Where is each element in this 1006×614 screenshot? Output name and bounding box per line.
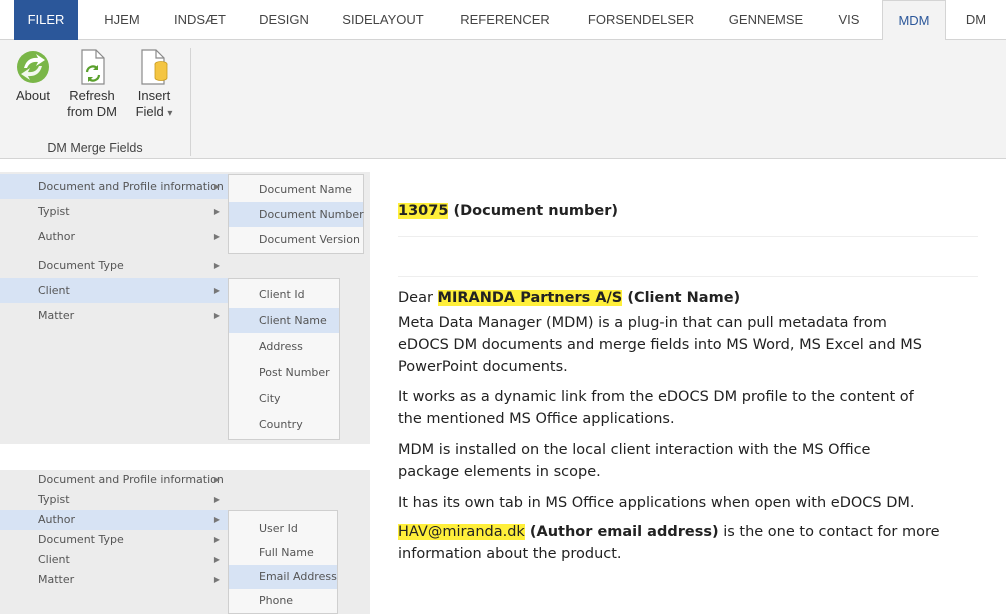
merge-field-author-email[interactable]: HAV@miranda.dk [398,524,525,540]
chevron-right-icon: ▶ [213,182,220,191]
submenu-item-post-number[interactable]: Post Number [229,360,339,385]
tab-gennemse[interactable]: GENNEMSE [720,0,812,40]
salutation-line: Dear MIRANDA Partners A/S (Client Name) [398,290,741,306]
menu-item-client[interactable]: Client ▶ [0,278,228,303]
ribbon-panel: About Refresh from DM Insert Field ▾ DM … [0,40,1006,159]
tab-dm[interactable]: DM [956,0,996,40]
refresh-icon [81,49,105,85]
menu-item-author[interactable]: Author ▶ [0,510,228,530]
about-icon [17,51,49,83]
chevron-right-icon: ▶ [213,495,220,504]
submenu-item-client-name[interactable]: Client Name [229,308,339,333]
group-label-dm-merge-fields: DM Merge Fields [47,141,143,155]
field-caption: (Client Name) [622,290,741,306]
menu-item-matter[interactable]: Matter ▶ [0,303,228,328]
chevron-right-icon: ▶ [213,232,220,241]
group-separator [190,48,191,156]
submenu-item-country[interactable]: Country [229,412,339,437]
menu-item-typist[interactable]: Typist ▶ [0,490,228,510]
submenu-item-user-id[interactable]: User Id [229,517,337,541]
submenu-item-phone[interactable]: Phone [229,589,337,613]
tab-referencer[interactable]: REFERENCER [450,0,560,40]
refresh-label-line2: from DM [67,104,117,119]
refresh-from-dm-button[interactable]: Refresh from DM [62,48,122,120]
insert-field-button[interactable]: Insert Field ▾ [124,48,184,122]
submenu-item-full-name[interactable]: Full Name [229,541,337,565]
submenu-item-email-address[interactable]: Email Address [229,565,337,589]
refresh-label-line1: Refresh [69,88,115,103]
submenu-author: User Id Full Name Email Address Phone [228,510,338,614]
submenu-item-client-id[interactable]: Client Id [229,282,339,307]
submenu-client: Client Id Client Name Address Post Numbe… [228,278,340,440]
submenu-item-city[interactable]: City [229,386,339,411]
menu-item-typist[interactable]: Typist ▶ [0,199,228,224]
document-number-line: 13075 (Document number) [398,200,618,222]
field-caption: (Author email address) [524,524,719,540]
submenu-item-document-number[interactable]: Document Number [229,202,364,227]
email-line: HAV@miranda.dk (Author email address) is… [398,524,940,540]
about-label: About [16,88,50,103]
insert-field-icon [141,49,168,85]
insert-label-line2: Field ▾ [135,104,173,119]
submenu-item-address[interactable]: Address [229,334,339,359]
submenu-item-document-name[interactable]: Document Name [229,177,363,202]
merge-field-document-number[interactable]: 13075 [398,203,449,219]
about-button[interactable]: About [8,48,58,104]
chevron-right-icon: ▶ [213,207,220,216]
chevron-right-icon: ▶ [213,575,220,584]
insert-label-line1: Insert [137,88,171,103]
paragraph-line: eDOCS DM documents and merge fields into… [398,337,923,353]
paragraph-line: the mentioned MS Office applications. [398,411,675,427]
paragraph-line: PowerPoint documents. [398,359,568,375]
chevron-right-icon: ▶ [213,261,220,270]
menu-panel-bottom: Document and Profile information ▶ Typist… [0,470,370,614]
field-caption: (Document number) [448,203,619,219]
submenu-document-info: Document Name Document Number Document V… [228,174,364,254]
ribbon-tab-bar: FILER HJEM INDSÆT DESIGN SIDELAYOUT REFE… [0,0,1006,41]
paragraph-line: It works as a dynamic link from the eDOC… [398,389,914,405]
menu-item-matter[interactable]: Matter ▶ [0,570,228,590]
paragraph-line: It has its own tab in MS Office applicat… [398,495,915,511]
tab-vis[interactable]: VIS [828,0,870,40]
dropdown-arrow-icon: ▾ [167,108,173,119]
menu-item-document-profile[interactable]: Document and Profile information ▶ [0,174,228,199]
document-line [398,236,978,237]
menu-panel-top: Document and Profile information ▶ Typist… [0,172,370,444]
submenu-item-document-version[interactable]: Document Version [229,227,363,252]
menu-item-document-profile[interactable]: Document and Profile information ▶ [0,470,228,490]
tab-mdm[interactable]: MDM [882,0,946,41]
tab-design[interactable]: DESIGN [252,0,316,40]
merge-field-client-name[interactable]: MIRANDA Partners A/S [437,290,623,306]
tab-forsendelser[interactable]: FORSENDELSER [580,0,702,40]
tab-filer[interactable]: FILER [14,0,78,40]
chevron-right-icon: ▶ [213,475,220,484]
chevron-right-icon: ▶ [213,515,220,524]
chevron-right-icon: ▶ [213,535,220,544]
tab-hjem[interactable]: HJEM [96,0,148,40]
paragraph-line: package elements in scope. [398,464,601,480]
tab-sidelayout[interactable]: SIDELAYOUT [334,0,432,40]
document-line [398,276,978,277]
paragraph-line: Meta Data Manager (MDM) is a plug-in tha… [398,315,887,331]
paragraph-line: information about the product. [398,546,622,562]
menu-item-author[interactable]: Author ▶ [0,224,228,249]
panel-divider [0,444,370,470]
chevron-right-icon: ▶ [213,555,220,564]
menu-item-document-type[interactable]: Document Type ▶ [0,253,228,278]
menu-item-client[interactable]: Client ▶ [0,550,228,570]
menu-item-document-type[interactable]: Document Type ▶ [0,530,228,550]
chevron-right-icon: ▶ [213,311,220,320]
tab-indsaet[interactable]: INDSÆT [166,0,234,40]
paragraph-line: MDM is installed on the local client int… [398,442,871,458]
chevron-right-icon: ▶ [213,286,220,295]
